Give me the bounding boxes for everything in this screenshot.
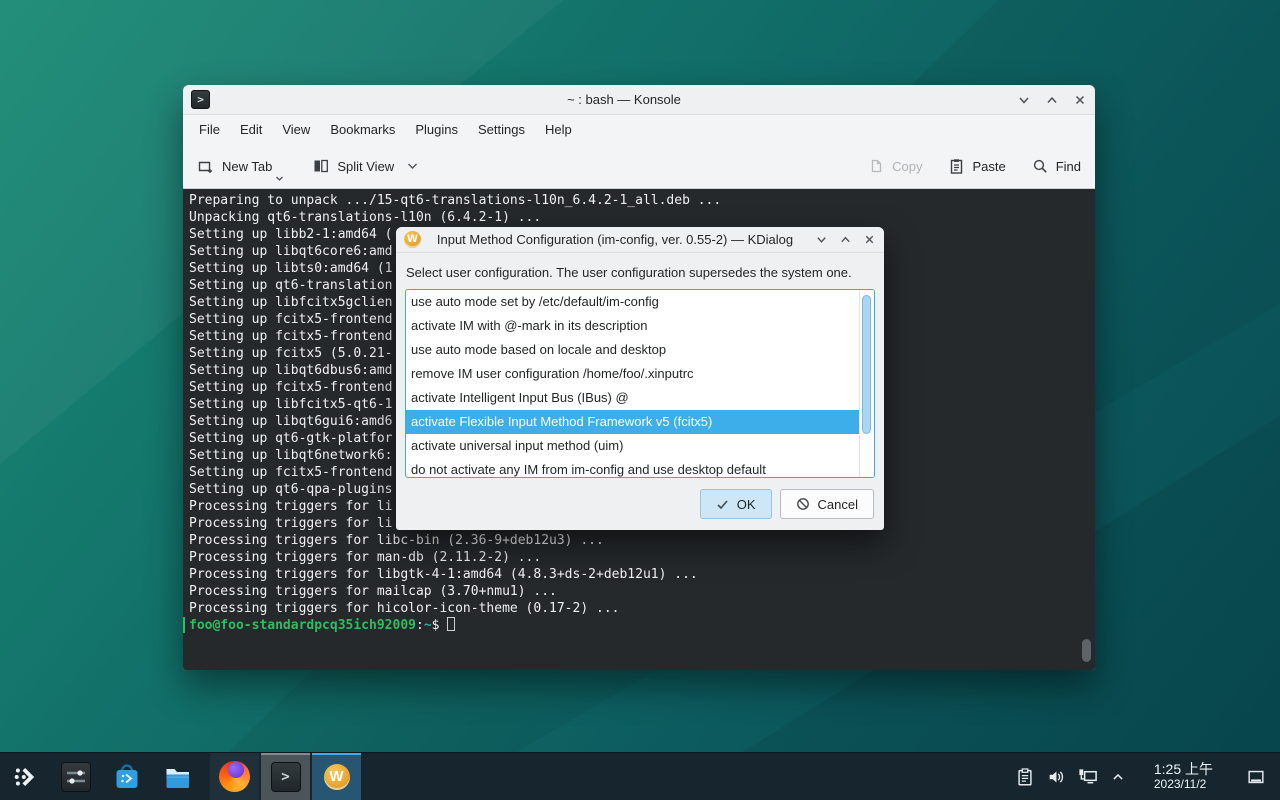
list-item[interactable]: use auto mode set by /etc/default/im-con… [406,290,859,314]
discover-icon [112,762,142,792]
system-settings-launcher[interactable] [51,753,100,800]
prompt-user: foo@foo-standardpcq35ich92009 [189,618,416,633]
close-icon[interactable] [1073,93,1087,107]
copy-icon [868,158,885,175]
input-method-dialog: W Input Method Configuration (im-config,… [396,227,884,530]
network-tray-icon[interactable] [1077,766,1098,787]
menubar: FileEditViewBookmarksPluginsSettingsHelp [183,115,1095,144]
terminal-output-line: Processing triggers for man-db (2.11.2-2… [189,549,1095,566]
menu-item[interactable]: Help [535,122,582,137]
menu-item[interactable]: File [189,122,230,137]
copy-label: Copy [892,159,922,174]
configuration-list[interactable]: use auto mode set by /etc/default/im-con… [405,289,875,478]
new-tab-button[interactable]: New Tab [197,157,272,175]
discover-launcher[interactable] [102,753,151,800]
paste-icon [948,158,965,175]
tray-expander-icon[interactable] [1109,768,1127,786]
cancel-label: Cancel [818,497,858,512]
prompt-path: ~ [424,618,432,633]
paste-button[interactable]: Paste [948,158,1005,175]
ok-button[interactable]: OK [700,489,772,519]
cancel-button[interactable]: Cancel [780,489,874,519]
terminal-cursor [447,617,455,631]
dolphin-launcher[interactable] [153,753,202,800]
taskbar-panel: > W [0,752,1280,800]
find-label: Find [1056,159,1081,174]
kdialog-task-icon: W [324,764,350,790]
new-tab-icon [197,157,215,175]
list-item[interactable]: activate IM with @-mark in its descripti… [406,314,859,338]
toolbar: New Tab Split View Copy Paste [183,144,1095,189]
ok-check-icon [716,498,729,511]
split-view-label: Split View [337,159,394,174]
show-desktop-button[interactable] [1246,767,1266,787]
clock-time: 1:25 上午 [1154,762,1213,777]
list-scrollbar-track[interactable] [859,290,874,477]
dialog-maximize-icon[interactable] [839,233,852,246]
copy-button: Copy [868,158,922,175]
digital-clock[interactable]: 1:25 上午 2023/11/2 [1154,762,1213,791]
clock-date: 2023/11/2 [1154,778,1213,791]
list-item[interactable]: activate Intelligent Input Bus (IBus) @ [406,386,859,410]
app-launcher-button[interactable] [0,753,49,800]
terminal-prompt-line: foo@foo-standardpcq35ich92009:~$ [189,617,1095,634]
terminal-output-line: Processing triggers for libc-bin (2.36-9… [189,532,1095,549]
volume-tray-icon[interactable] [1046,767,1066,787]
window-title: ~ : bash — Konsole [243,92,1005,107]
menu-item[interactable]: Plugins [405,122,468,137]
list-item[interactable]: do not activate any IM from im-config an… [406,458,859,478]
dialog-title: Input Method Configuration (im-config, v… [426,232,804,247]
list-item[interactable]: activate universal input method (uim) [406,434,859,458]
terminal-output-line: Unpacking qt6-translations-l10n (6.4.2-1… [189,209,1095,226]
terminal-output-line: Processing triggers for hicolor-icon-the… [189,600,1095,617]
split-view-icon [312,157,330,175]
konsole-task-icon: > [271,762,301,792]
menu-item[interactable]: Settings [468,122,535,137]
cancel-slash-icon [796,497,810,511]
list-item[interactable]: activate Flexible Input Method Framework… [406,410,859,434]
konsole-icon: > [191,90,210,109]
new-output-indicator [183,617,185,633]
task-kdialog-active[interactable]: W [312,753,361,800]
terminal-output-line: Preparing to unpack .../15-qt6-translati… [189,192,1095,209]
split-view-button[interactable]: Split View [312,157,418,175]
terminal-scrollbar-thumb[interactable] [1082,639,1091,662]
find-button[interactable]: Find [1032,158,1081,175]
list-scrollbar-thumb[interactable] [862,295,871,434]
terminal-output-line: Processing triggers for mailcap (3.70+nm… [189,583,1095,600]
find-icon [1032,158,1049,175]
ok-label: OK [737,497,756,512]
configuration-options: use auto mode set by /etc/default/im-con… [406,290,874,478]
new-tab-chevron-icon[interactable] [275,175,284,182]
split-view-chevron-icon[interactable] [407,162,418,170]
menu-item[interactable]: Edit [230,122,272,137]
clipboard-tray-icon[interactable] [1015,767,1035,787]
menu-item[interactable]: Bookmarks [320,122,405,137]
paste-label: Paste [972,159,1005,174]
folder-icon [163,762,193,792]
im-config-icon: W [404,231,421,248]
terminal-output-line: Processing triggers for libgtk-4-1:amd64… [189,566,1095,583]
firefox-icon-center [228,762,244,778]
new-tab-label: New Tab [222,159,272,174]
system-settings-icon [61,762,91,792]
dialog-minimize-icon[interactable] [815,233,828,246]
kde-launcher-icon [12,764,38,790]
list-item[interactable]: remove IM user configuration /home/foo/.… [406,362,859,386]
dialog-message: Select user configuration. The user conf… [406,265,874,280]
list-item[interactable]: use auto mode based on locale and deskto… [406,338,859,362]
dialog-close-icon[interactable] [863,233,876,246]
desktop: > ~ : bash — Konsole FileEditViewBookmar… [0,0,1280,800]
task-konsole[interactable]: > [261,753,310,800]
dialog-titlebar[interactable]: W Input Method Configuration (im-config,… [396,227,884,253]
menu-item[interactable]: View [272,122,320,137]
task-firefox[interactable] [210,753,259,800]
minimize-icon[interactable] [1017,93,1031,107]
maximize-icon[interactable] [1045,93,1059,107]
konsole-titlebar[interactable]: > ~ : bash — Konsole [183,85,1095,115]
